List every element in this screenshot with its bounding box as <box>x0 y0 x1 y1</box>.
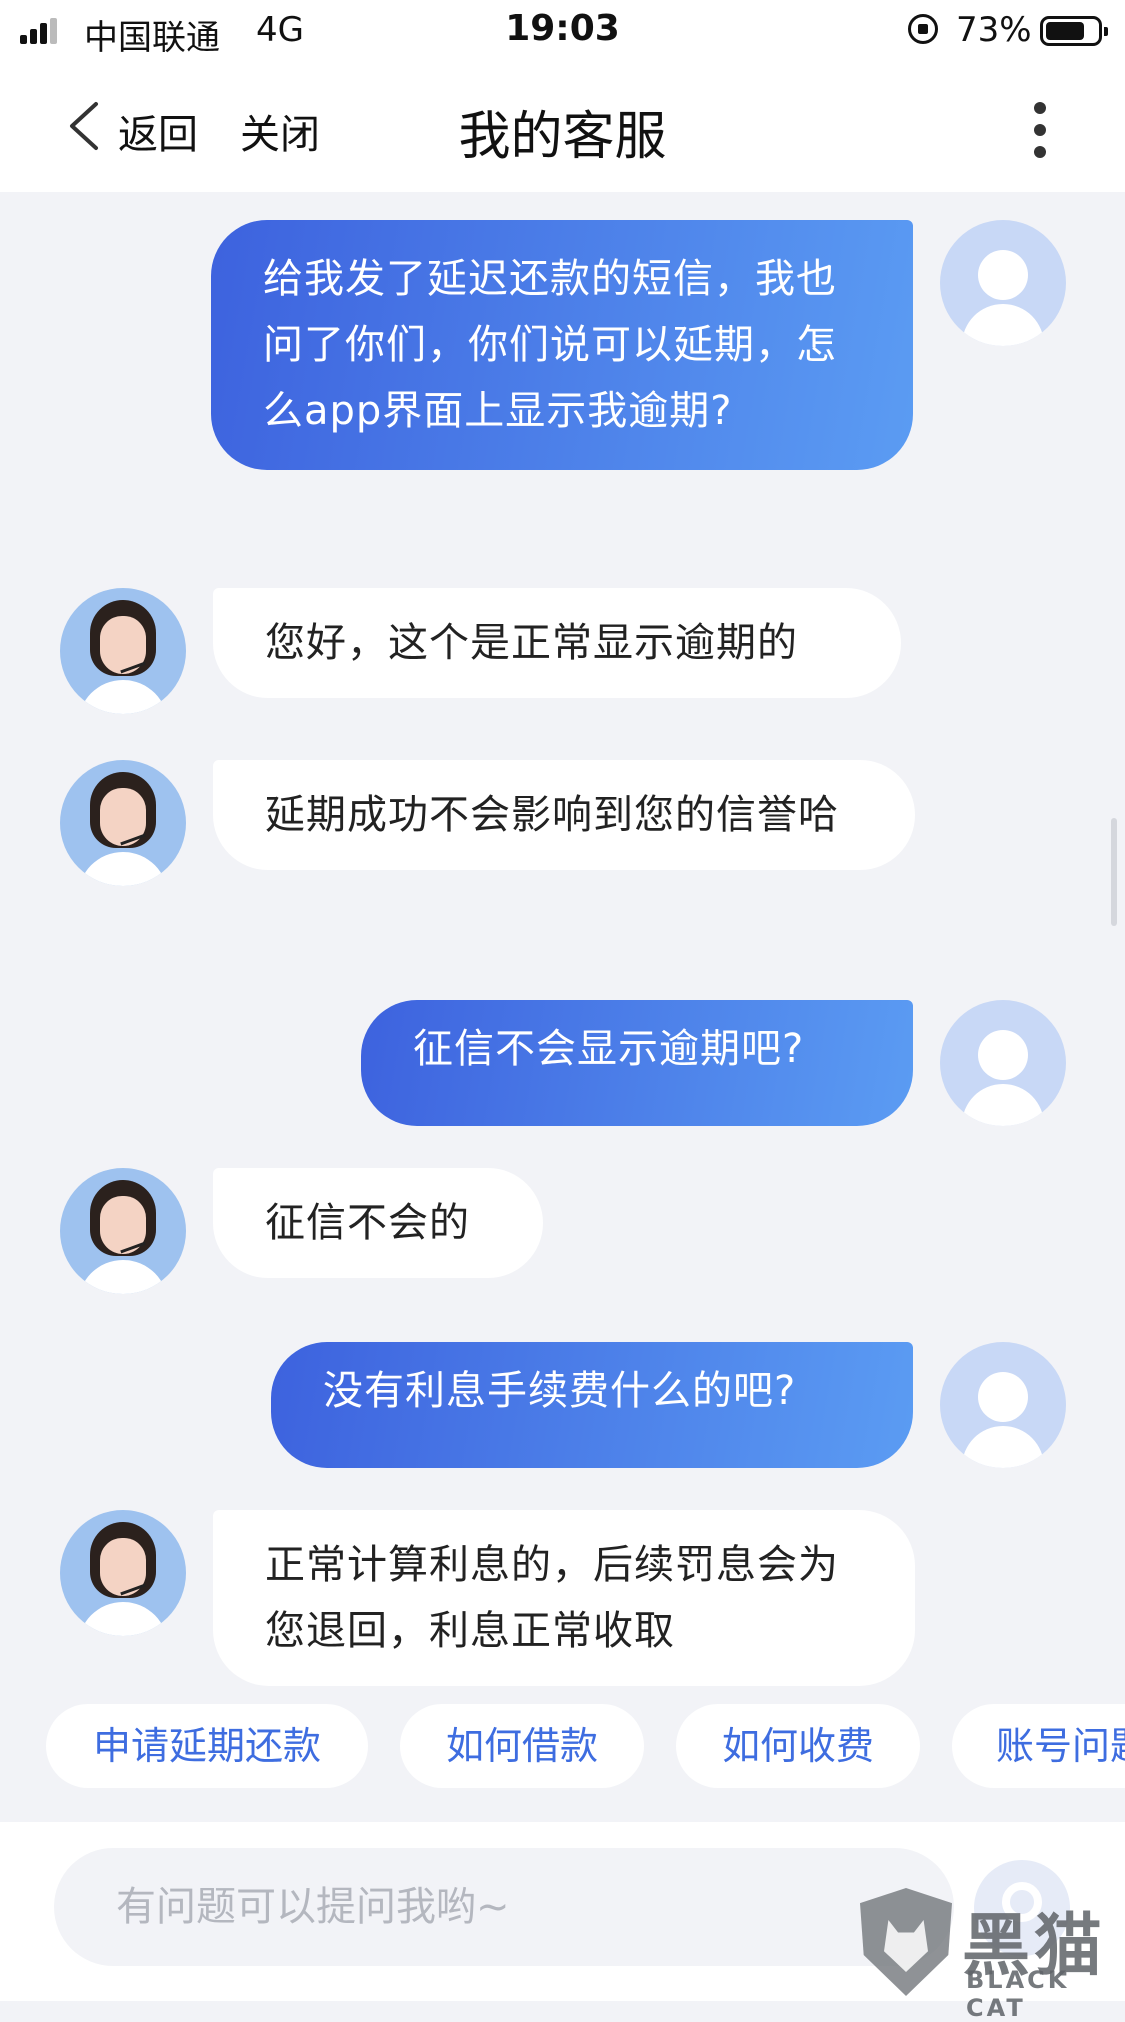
chat-area[interactable]: 给我发了延迟还款的短信，我也问了你们，你们说可以延期，怎么app界面上显示我逾期… <box>0 192 1125 1692</box>
message-input[interactable] <box>54 1848 954 1966</box>
input-bar <box>0 1822 1125 2001</box>
more-options-icon[interactable] <box>1030 102 1050 158</box>
agent-avatar <box>60 760 186 886</box>
quick-reply-chip[interactable]: 申请延期还款 <box>46 1704 368 1788</box>
agent-avatar <box>60 1168 186 1294</box>
user-message-bubble: 给我发了延迟还款的短信，我也问了你们，你们说可以延期，怎么app界面上显示我逾期… <box>211 220 913 470</box>
agent-message-bubble: 延期成功不会影响到您的信誉哈 <box>213 760 915 870</box>
watermark-subtitle: BLACK CAT <box>966 1966 1070 2022</box>
user-message-bubble: 没有利息手续费什么的吧? <box>271 1342 913 1468</box>
quick-reply-chip[interactable]: 账号问题 <box>952 1704 1125 1788</box>
user-avatar <box>940 1000 1066 1126</box>
quick-reply-bar: 申请延期还款 如何借款 如何收费 账号问题 <box>0 1692 1125 1822</box>
rotation-lock-icon <box>908 14 938 44</box>
nav-bar: 返回 关闭 我的客服 <box>0 62 1125 192</box>
page-title: 我的客服 <box>458 107 667 167</box>
agent-avatar <box>60 1510 186 1636</box>
user-message-bubble: 征信不会显示逾期吧? <box>361 1000 913 1126</box>
battery-percentage: 73% <box>956 10 1032 50</box>
agent-message-bubble: 正常计算利息的，后续罚息会为您退回，利息正常收取 <box>213 1510 915 1686</box>
status-bar: 中国联通 4G 19:03 73% <box>0 0 1125 62</box>
battery-icon <box>1040 16 1108 46</box>
user-avatar <box>940 220 1066 346</box>
user-avatar <box>940 1342 1066 1468</box>
agent-message-bubble: 您好，这个是正常显示逾期的 <box>213 588 901 698</box>
agent-avatar <box>60 588 186 714</box>
chat-scrollbar[interactable] <box>1111 818 1117 926</box>
quick-reply-chip[interactable]: 如何收费 <box>676 1704 920 1788</box>
quick-reply-chip[interactable]: 如何借款 <box>400 1704 644 1788</box>
agent-message-bubble: 征信不会的 <box>213 1168 543 1278</box>
